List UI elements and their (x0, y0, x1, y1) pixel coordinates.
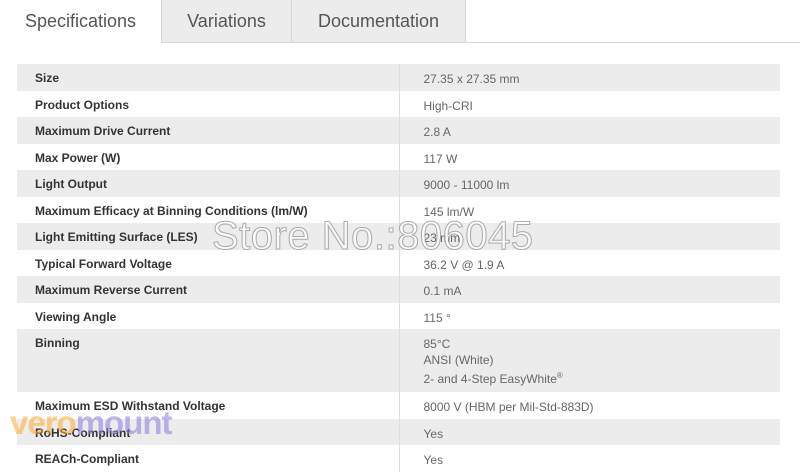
table-row: Size 27.35 x 27.35 mm (17, 64, 780, 91)
spec-label: Typical Forward Voltage (17, 249, 400, 276)
table-row: Maximum Efficacy at Binning Conditions (… (17, 196, 780, 223)
spec-value: 85°C ANSI (White) 2- and 4-Step EasyWhit… (399, 329, 780, 392)
specifications-table: Size 27.35 x 27.35 mm Product Options Hi… (17, 64, 780, 472)
spec-value: 23 mm (423, 231, 461, 245)
table-row: Maximum ESD Withstand Voltage 8000 V (HB… (17, 392, 780, 419)
spec-value: 8000 V (HBM per Mil-Std-883D) (423, 400, 594, 414)
spec-label: Size (17, 64, 400, 91)
tab-specifications[interactable]: Specifications (0, 0, 162, 43)
spec-label: Maximum Efficacy at Binning Conditions (… (17, 196, 400, 223)
tab-variations[interactable]: Variations (162, 0, 292, 42)
spec-label: Maximum ESD Withstand Voltage (17, 392, 400, 419)
binning-line-text: 2- and 4-Step EasyWhite (423, 372, 557, 386)
table-row: Product Options High-CRI (17, 90, 780, 117)
table-row: Viewing Angle 115 ° (17, 302, 780, 329)
tab-bar: Specifications Variations Documentation (0, 0, 800, 43)
spec-value: 145 lm/W (423, 204, 475, 219)
spec-label: Binning (17, 329, 400, 392)
table-row: Maximum Reverse Current 0.1 mA (17, 276, 780, 303)
table-row: Light Output 9000 - 11000 lm (17, 170, 780, 197)
spec-label: Light Emitting Surface (LES) (17, 223, 400, 250)
table-row: Max Power (W) 117 W (17, 143, 780, 170)
table-row: Light Emitting Surface (LES) 23 mm (17, 223, 780, 250)
spec-label: RoHS-Compliant (17, 418, 400, 445)
spec-value: 36.2 V @ 1.9 A (423, 257, 505, 272)
spec-value: High-CRI (423, 98, 473, 113)
spec-value: 2.8 A (423, 125, 451, 139)
table-row: Maximum Drive Current 2.8 A (17, 117, 780, 144)
binning-line: 2- and 4-Step EasyWhite® (424, 368, 781, 387)
spec-value: 115 ° (423, 310, 451, 325)
spec-label: Product Options (17, 90, 400, 117)
spec-value: Yes (423, 453, 444, 467)
spec-label: Max Power (W) (17, 143, 400, 170)
spec-label: Maximum Drive Current (17, 117, 400, 144)
table-row: REACh-Compliant Yes (17, 445, 780, 472)
spec-value: 117 W (423, 151, 458, 166)
spec-label: Light Output (17, 170, 400, 197)
tab-documentation[interactable]: Documentation (292, 0, 466, 42)
table-row: Typical Forward Voltage 36.2 V @ 1.9 A (17, 249, 780, 276)
spec-label: REACh-Compliant (17, 445, 400, 472)
spec-value: 27.35 x 27.35 mm (423, 72, 520, 86)
binning-line: ANSI (White) (423, 353, 494, 367)
binning-line: 85°C (423, 337, 451, 351)
registered-mark: ® (556, 371, 563, 380)
table-row: RoHS-Compliant Yes (17, 418, 780, 445)
spec-label: Viewing Angle (17, 302, 400, 329)
spec-value: Yes (423, 426, 444, 441)
spec-value: 0.1 mA (423, 284, 462, 298)
table-row: Binning 85°C ANSI (White) 2- and 4-Step … (17, 329, 780, 392)
spec-label: Maximum Reverse Current (17, 276, 400, 303)
spec-value: 9000 - 11000 lm (423, 178, 510, 192)
